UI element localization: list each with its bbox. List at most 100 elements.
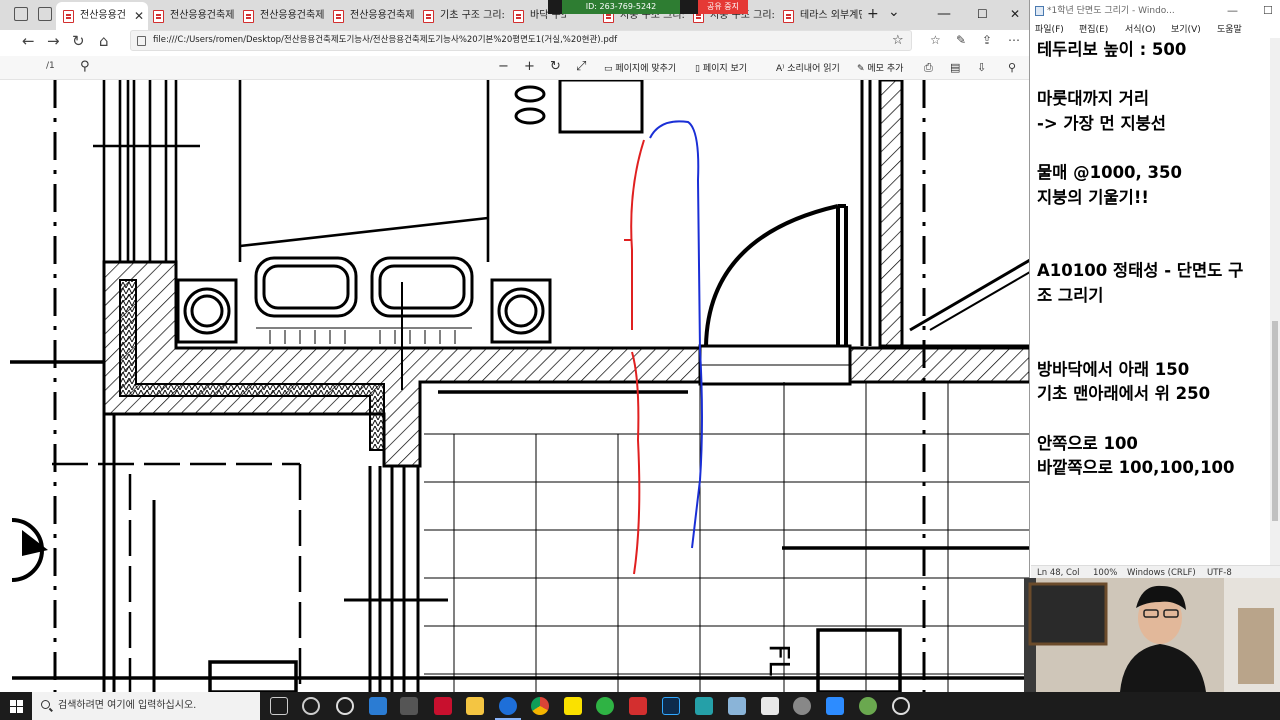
scrollbar-thumb[interactable] bbox=[1272, 321, 1278, 521]
pdf-toolbar: /1 ⚲ − + ↻ ⤢ ▭ 페이지에 맞추기 ▯ 페이지 보기 A⁾ 소리내어… bbox=[0, 56, 1029, 80]
line-ending: Windows (CRLF) bbox=[1127, 568, 1196, 578]
rotate-icon[interactable]: ↻ bbox=[550, 59, 561, 74]
minimize-button[interactable]: — bbox=[937, 6, 951, 22]
globe-app-icon[interactable] bbox=[859, 697, 877, 715]
search-icon bbox=[41, 700, 50, 709]
tab[interactable]: 전산응용건축제 bbox=[146, 2, 236, 30]
refresh-icon[interactable]: ↻ bbox=[72, 32, 85, 50]
save-as-icon[interactable]: ⇩ bbox=[977, 61, 986, 74]
notepad-titlebar: *1학년 단면도 그리기 - Windo... — ☐ bbox=[1031, 0, 1280, 22]
zoom-icon[interactable] bbox=[826, 697, 844, 715]
menu-file[interactable]: 파일(F) bbox=[1035, 22, 1064, 35]
teal-app-icon[interactable] bbox=[695, 697, 713, 715]
taskbar: 검색하려면 여기에 입력하십시오. bbox=[0, 692, 1280, 720]
windows-logo-icon bbox=[10, 700, 16, 706]
text-line bbox=[1037, 63, 1267, 88]
tab[interactable]: 전산응용건축제 bbox=[326, 2, 416, 30]
photos-icon[interactable] bbox=[761, 697, 779, 715]
maximize-button[interactable]: ☐ bbox=[1263, 0, 1273, 22]
chrome-icon[interactable] bbox=[531, 697, 549, 715]
clock-app-icon[interactable] bbox=[892, 697, 910, 715]
favorite-star-icon[interactable]: ☆ bbox=[892, 33, 904, 48]
close-tab-icon[interactable]: ✕ bbox=[134, 2, 144, 30]
mail-icon[interactable] bbox=[369, 697, 387, 715]
text-line: 기초 맨아래에서 위 250 bbox=[1037, 384, 1211, 404]
minimize-button[interactable]: — bbox=[1227, 0, 1238, 22]
text-line bbox=[1037, 407, 1267, 432]
photoshop-icon[interactable] bbox=[662, 697, 680, 715]
store-icon[interactable] bbox=[400, 697, 418, 715]
search-icon[interactable]: ⚲ bbox=[80, 59, 90, 74]
tabs-aside-icon[interactable] bbox=[38, 7, 52, 21]
notepad-text-area[interactable]: 테두리보 높이 : 500 마룻대까지 거리 -> 가장 먼 지붕선 물매 @1… bbox=[1037, 38, 1267, 558]
more-icon[interactable]: ⋯ bbox=[1008, 33, 1020, 47]
taskbar-search[interactable]: 검색하려면 여기에 입력하십시오. bbox=[32, 692, 260, 720]
stop-share-button[interactable]: 공유 중지 bbox=[698, 0, 748, 14]
folder-app-icon[interactable] bbox=[728, 697, 746, 715]
text-line: 테두리보 높이 : 500 bbox=[1037, 40, 1187, 59]
menu-help[interactable]: 도움말 bbox=[1217, 22, 1242, 35]
tab-list-button[interactable]: ⌄ bbox=[888, 4, 900, 20]
pen-icon[interactable]: ✎ bbox=[956, 33, 966, 47]
tab-active[interactable]: 전산응용건 ✕ bbox=[56, 2, 148, 30]
home-icon[interactable]: ⌂ bbox=[99, 32, 109, 50]
zoom-meeting-id: ID: 263-769-5242 bbox=[562, 0, 680, 14]
fit-page-button[interactable]: ▭ 페이지에 맞추기 bbox=[604, 61, 676, 74]
share-icon[interactable]: ⇪ bbox=[982, 33, 992, 47]
page-view-button[interactable]: ▯ 페이지 보기 bbox=[695, 61, 747, 74]
read-aloud-button[interactable]: A⁾ 소리내어 읽기 bbox=[776, 61, 840, 74]
task-view-icon[interactable] bbox=[270, 697, 288, 715]
mcafee-icon[interactable] bbox=[434, 697, 452, 715]
kakaotalk-icon[interactable] bbox=[564, 697, 582, 715]
text-line bbox=[1037, 333, 1267, 358]
green-app-icon[interactable] bbox=[596, 697, 614, 715]
new-tab-button[interactable]: + bbox=[867, 6, 879, 22]
pin-toolbar-icon[interactable]: ⚲ bbox=[1008, 61, 1016, 74]
address-input[interactable]: file:///C:/Users/romen/Desktop/전산응용건축제도기… bbox=[130, 30, 912, 51]
text-line bbox=[1037, 235, 1267, 260]
save-icon[interactable]: ▤ bbox=[950, 61, 960, 74]
settings-icon[interactable] bbox=[302, 697, 320, 715]
acrobat-icon[interactable] bbox=[629, 697, 647, 715]
menu-edit[interactable]: 편집(E) bbox=[1079, 22, 1108, 35]
zoom-out-icon[interactable]: − bbox=[498, 59, 509, 74]
tab[interactable]: 전산응용건축제 bbox=[236, 2, 326, 30]
pdf-icon bbox=[333, 10, 344, 23]
favorites-icon[interactable]: ☆ bbox=[930, 33, 941, 47]
pdf-drawing-canvas[interactable]: FL bbox=[0, 80, 1029, 692]
text-line: 방바닥에서 아래 150 bbox=[1037, 359, 1190, 379]
text-line: 물매 @1000, 350 bbox=[1037, 162, 1182, 182]
tab[interactable]: 기초 구조 그리: bbox=[416, 2, 506, 30]
fullscreen-icon[interactable]: ⤢ bbox=[576, 59, 586, 74]
edge-icon[interactable] bbox=[495, 697, 521, 720]
pdf-icon bbox=[423, 10, 434, 23]
menu-format[interactable]: 서식(O) bbox=[1125, 22, 1156, 35]
fit-page-label: 페이지에 맞추기 bbox=[615, 64, 677, 74]
search-placeholder: 검색하려면 여기에 입력하십시오. bbox=[58, 700, 197, 711]
text-line bbox=[1037, 136, 1267, 161]
file-explorer-icon[interactable] bbox=[466, 697, 484, 715]
windows-start-button[interactable] bbox=[0, 692, 32, 720]
search-app-icon[interactable] bbox=[336, 697, 354, 715]
add-note-button[interactable]: ✎ 메모 추가 bbox=[857, 61, 903, 74]
desktop: 전산응용건 ✕ 전산응용건축제 전산응용건축제 전산응용건축제 기초 구조 그리… bbox=[0, 0, 1280, 720]
tab-label: 기초 구조 그리: bbox=[440, 10, 505, 21]
pdf-icon bbox=[513, 10, 524, 23]
tab[interactable]: 테라스 외부계단 bbox=[776, 2, 862, 30]
maximize-button[interactable]: ☐ bbox=[977, 7, 988, 21]
menu-view[interactable]: 보기(V) bbox=[1171, 22, 1201, 35]
forward-icon[interactable]: → bbox=[47, 32, 60, 50]
notepad-title: *1학년 단면도 그리기 - Windo... bbox=[1047, 6, 1175, 16]
tab-label: 전산응용건축제 bbox=[260, 10, 325, 21]
close-button[interactable]: ✕ bbox=[1010, 7, 1020, 21]
tab-actions-icon[interactable] bbox=[14, 7, 28, 21]
notepad-scrollbar[interactable] bbox=[1270, 38, 1280, 565]
webcam-feed bbox=[1024, 578, 1280, 692]
back-icon[interactable]: ← bbox=[22, 32, 35, 50]
print-icon[interactable]: ⎙ bbox=[924, 61, 933, 75]
mountain-app-icon[interactable] bbox=[793, 697, 811, 715]
text-line: -> 가장 먼 지붕선 bbox=[1037, 113, 1166, 133]
notepad-window: *1학년 단면도 그리기 - Windo... — ☐ 파일(F) 편집(E) … bbox=[1031, 0, 1280, 580]
text-line bbox=[1037, 309, 1267, 334]
zoom-in-icon[interactable]: + bbox=[524, 59, 535, 74]
